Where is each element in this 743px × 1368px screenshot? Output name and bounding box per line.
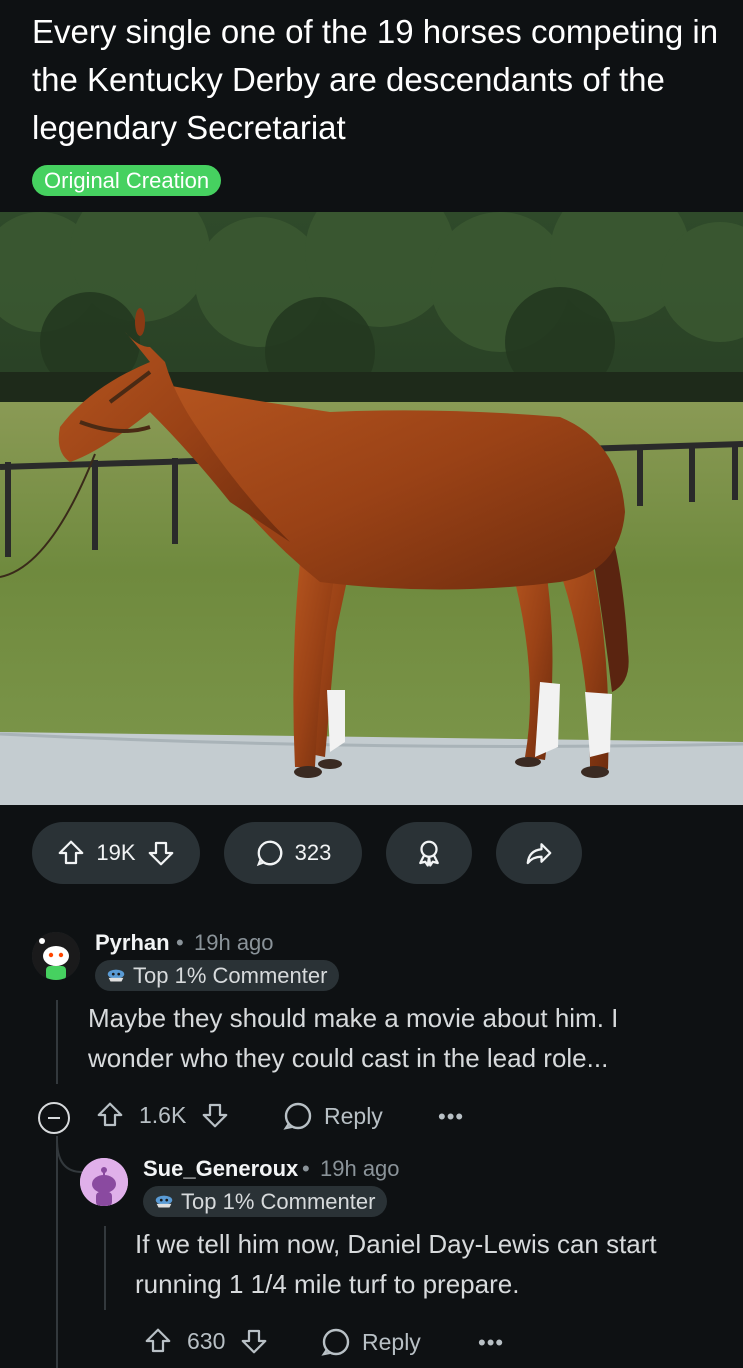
award-button[interactable]: [386, 822, 472, 884]
reply-label: Reply: [324, 1102, 383, 1129]
comment-body: Maybe they should make a movie about him…: [88, 1003, 619, 1073]
downvote-icon[interactable]: [146, 838, 176, 868]
comment-timestamp: 19h ago: [320, 1156, 400, 1181]
badge-label: Top 1% Commenter: [181, 1188, 376, 1214]
reply-icon: [283, 1102, 312, 1130]
avatar[interactable]: [32, 932, 80, 980]
separator-dot: •: [176, 930, 184, 955]
collapse-thread-button[interactable]: [38, 1102, 70, 1134]
snoo-avatar-icon: [32, 932, 80, 980]
post-title: Every single one of the 19 horses compet…: [32, 13, 719, 146]
avatar[interactable]: [80, 1158, 128, 1206]
comment-count: 323: [294, 840, 332, 865]
reply-connector: [56, 1140, 83, 1173]
post-vote-bar: 19K: [32, 822, 200, 884]
comment-username[interactable]: Sue_Generoux: [143, 1156, 298, 1182]
reply-label: Reply: [362, 1328, 421, 1355]
more-options-button[interactable]: •••: [438, 1104, 464, 1130]
downvote-icon[interactable]: [239, 1326, 269, 1356]
top-commenter-icon: [107, 969, 125, 981]
post-image[interactable]: [0, 212, 743, 805]
commenter-badge[interactable]: Top 1% Commenter: [95, 960, 340, 991]
badge-label: Top 1% Commenter: [133, 962, 328, 988]
comment-score: 630: [187, 1327, 226, 1354]
comments-button[interactable]: 323: [224, 822, 362, 884]
post-flair[interactable]: Original Creation: [32, 165, 222, 196]
upvote-icon[interactable]: [95, 1100, 125, 1130]
downvote-icon[interactable]: [200, 1100, 230, 1130]
award-icon: [419, 840, 439, 867]
snoo-avatar-icon: [80, 1158, 128, 1206]
reply-button[interactable]: Reply: [320, 1326, 421, 1358]
upvote-icon[interactable]: [56, 838, 86, 868]
comment-icon: [256, 840, 283, 867]
thread-line[interactable]: [104, 1226, 106, 1310]
separator-dot: •: [302, 1156, 310, 1181]
post-score: 19K: [96, 840, 136, 865]
comment-timestamp: 19h ago: [194, 930, 274, 955]
commenter-badge[interactable]: Top 1% Commenter: [143, 1186, 388, 1217]
comment-score: 1.6K: [139, 1101, 187, 1128]
reply-icon: [321, 1328, 350, 1356]
thread-line[interactable]: [56, 1000, 58, 1084]
reply-button[interactable]: Reply: [282, 1100, 383, 1132]
top-commenter-icon: [155, 1195, 173, 1207]
upvote-icon[interactable]: [143, 1326, 173, 1356]
comment-vote-bar: 630: [143, 1326, 269, 1356]
more-options-button[interactable]: •••: [478, 1330, 504, 1356]
comment-username[interactable]: Pyrhan: [95, 930, 170, 956]
comment-body: If we tell him now, Daniel Day-Lewis can…: [135, 1229, 657, 1299]
share-button[interactable]: [496, 822, 582, 884]
comment-vote-bar: 1.6K: [95, 1100, 230, 1130]
share-icon: [526, 843, 552, 865]
